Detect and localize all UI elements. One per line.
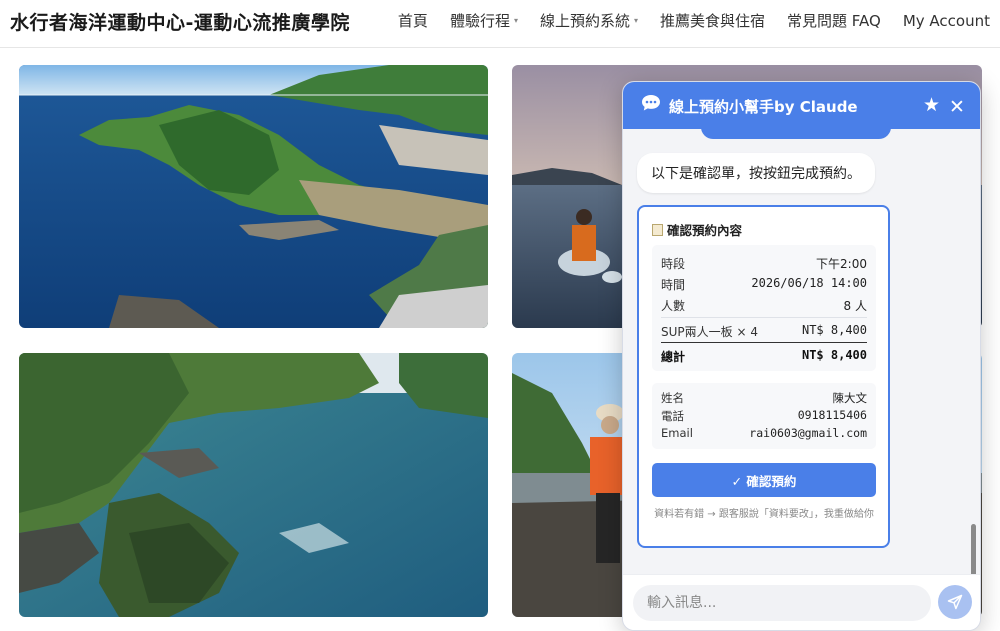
contact-row-email: Email rai0603@gmail.com	[661, 426, 867, 440]
close-icon[interactable]: ✕	[949, 96, 965, 118]
detail-row-slot: 時段 下午2:00	[661, 257, 867, 271]
site-title[interactable]: 水行者海洋運動中心-運動心流推廣學院	[10, 8, 350, 35]
previous-user-message	[701, 129, 891, 139]
edit-hint-text: 資料若有錯 → 跟客服說「資料要改」，我重做給你	[654, 509, 874, 520]
nav-item-experiences[interactable]: 體驗行程 ▾	[450, 10, 518, 31]
chevron-down-icon: ▾	[513, 16, 518, 25]
card-title: 確認預約內容	[652, 220, 742, 239]
chat-title: 線上預約小幫手by Claude	[669, 98, 858, 116]
nav-item-label: 體驗行程	[449, 12, 510, 30]
nav-item-label: 線上預約系統	[539, 12, 630, 30]
contact-details: 姓名 陳大文 電話 0918115406 Email rai0603@gmail.co…	[652, 383, 876, 449]
detail-row-people: 人數 8 人	[661, 299, 867, 313]
gallery-photo-coastline	[19, 65, 488, 328]
star-icon[interactable]: ★	[923, 94, 940, 116]
send-button[interactable]	[938, 585, 972, 619]
nav-item-home[interactable]: 首頁	[398, 10, 428, 31]
booking-chat-widget: 線上預約小幫手by Claude ★ ✕ 以下是確認單，按按鈕完成預約。 確認預…	[622, 81, 981, 631]
divider	[661, 317, 867, 318]
send-icon	[947, 594, 963, 610]
contact-row-phone: 電話 0918115406	[661, 408, 867, 423]
detail-row-item: SUP兩人一板 × 4 NT$ 8,400	[661, 323, 867, 339]
nav-item-faq[interactable]: 常見問題 FAQ	[787, 10, 881, 31]
nav-item-account[interactable]: My Account	[903, 10, 990, 31]
detail-row-time: 時間 2026/06/18 14:00	[661, 276, 867, 292]
nav-item-food-lodging[interactable]: 推薦美食與住宿	[660, 10, 765, 31]
nav-item-label: 常見問題 FAQ	[787, 12, 881, 30]
chat-header: 線上預約小幫手by Claude ★ ✕	[623, 82, 980, 129]
site-header: 水行者海洋運動中心-運動心流推廣學院 首頁 體驗行程 ▾ 線上預約系統 ▾ 推薦美食…	[0, 0, 1000, 48]
main-nav: 首頁 體驗行程 ▾ 線上預約系統 ▾ 推薦美食與住宿 常見問題 FAQ My Acc…	[398, 10, 990, 31]
chat-bubble-icon	[642, 95, 660, 111]
clipboard-icon	[652, 224, 663, 236]
card-title-label: 確認預約內容	[667, 223, 743, 238]
divider	[661, 342, 867, 343]
chat-input-bar	[623, 574, 980, 630]
booking-details: 時段 下午2:00 時間 2026/06/18 14:00 人數 8 人 SUP兩人一…	[652, 245, 876, 371]
booking-confirmation-card: 確認預約內容 時段 下午2:00 時間 2026/06/18 14:00 人數 8 人…	[637, 205, 890, 548]
bot-message: 以下是確認單，按按鈕完成預約。	[637, 153, 875, 193]
detail-row-total: 總計 NT$ 8,400	[661, 348, 867, 364]
chat-messages[interactable]: 以下是確認單，按按鈕完成預約。 確認預約內容 時段 下午2:00 時間 2026/0…	[623, 129, 980, 574]
message-input[interactable]	[633, 585, 931, 621]
nav-item-label: 首頁	[397, 12, 428, 30]
chat-scrollbar[interactable]	[971, 524, 976, 574]
nav-item-label: My Account	[902, 11, 990, 30]
contact-row-name: 姓名 陳大文	[661, 391, 867, 405]
nav-item-booking[interactable]: 線上預約系統 ▾	[540, 10, 638, 31]
nav-item-label: 推薦美食與住宿	[660, 12, 766, 30]
chevron-down-icon: ▾	[633, 16, 638, 25]
confirm-booking-button[interactable]: ✓ 確認預約	[652, 463, 876, 497]
gallery-photo-cove	[19, 353, 488, 617]
